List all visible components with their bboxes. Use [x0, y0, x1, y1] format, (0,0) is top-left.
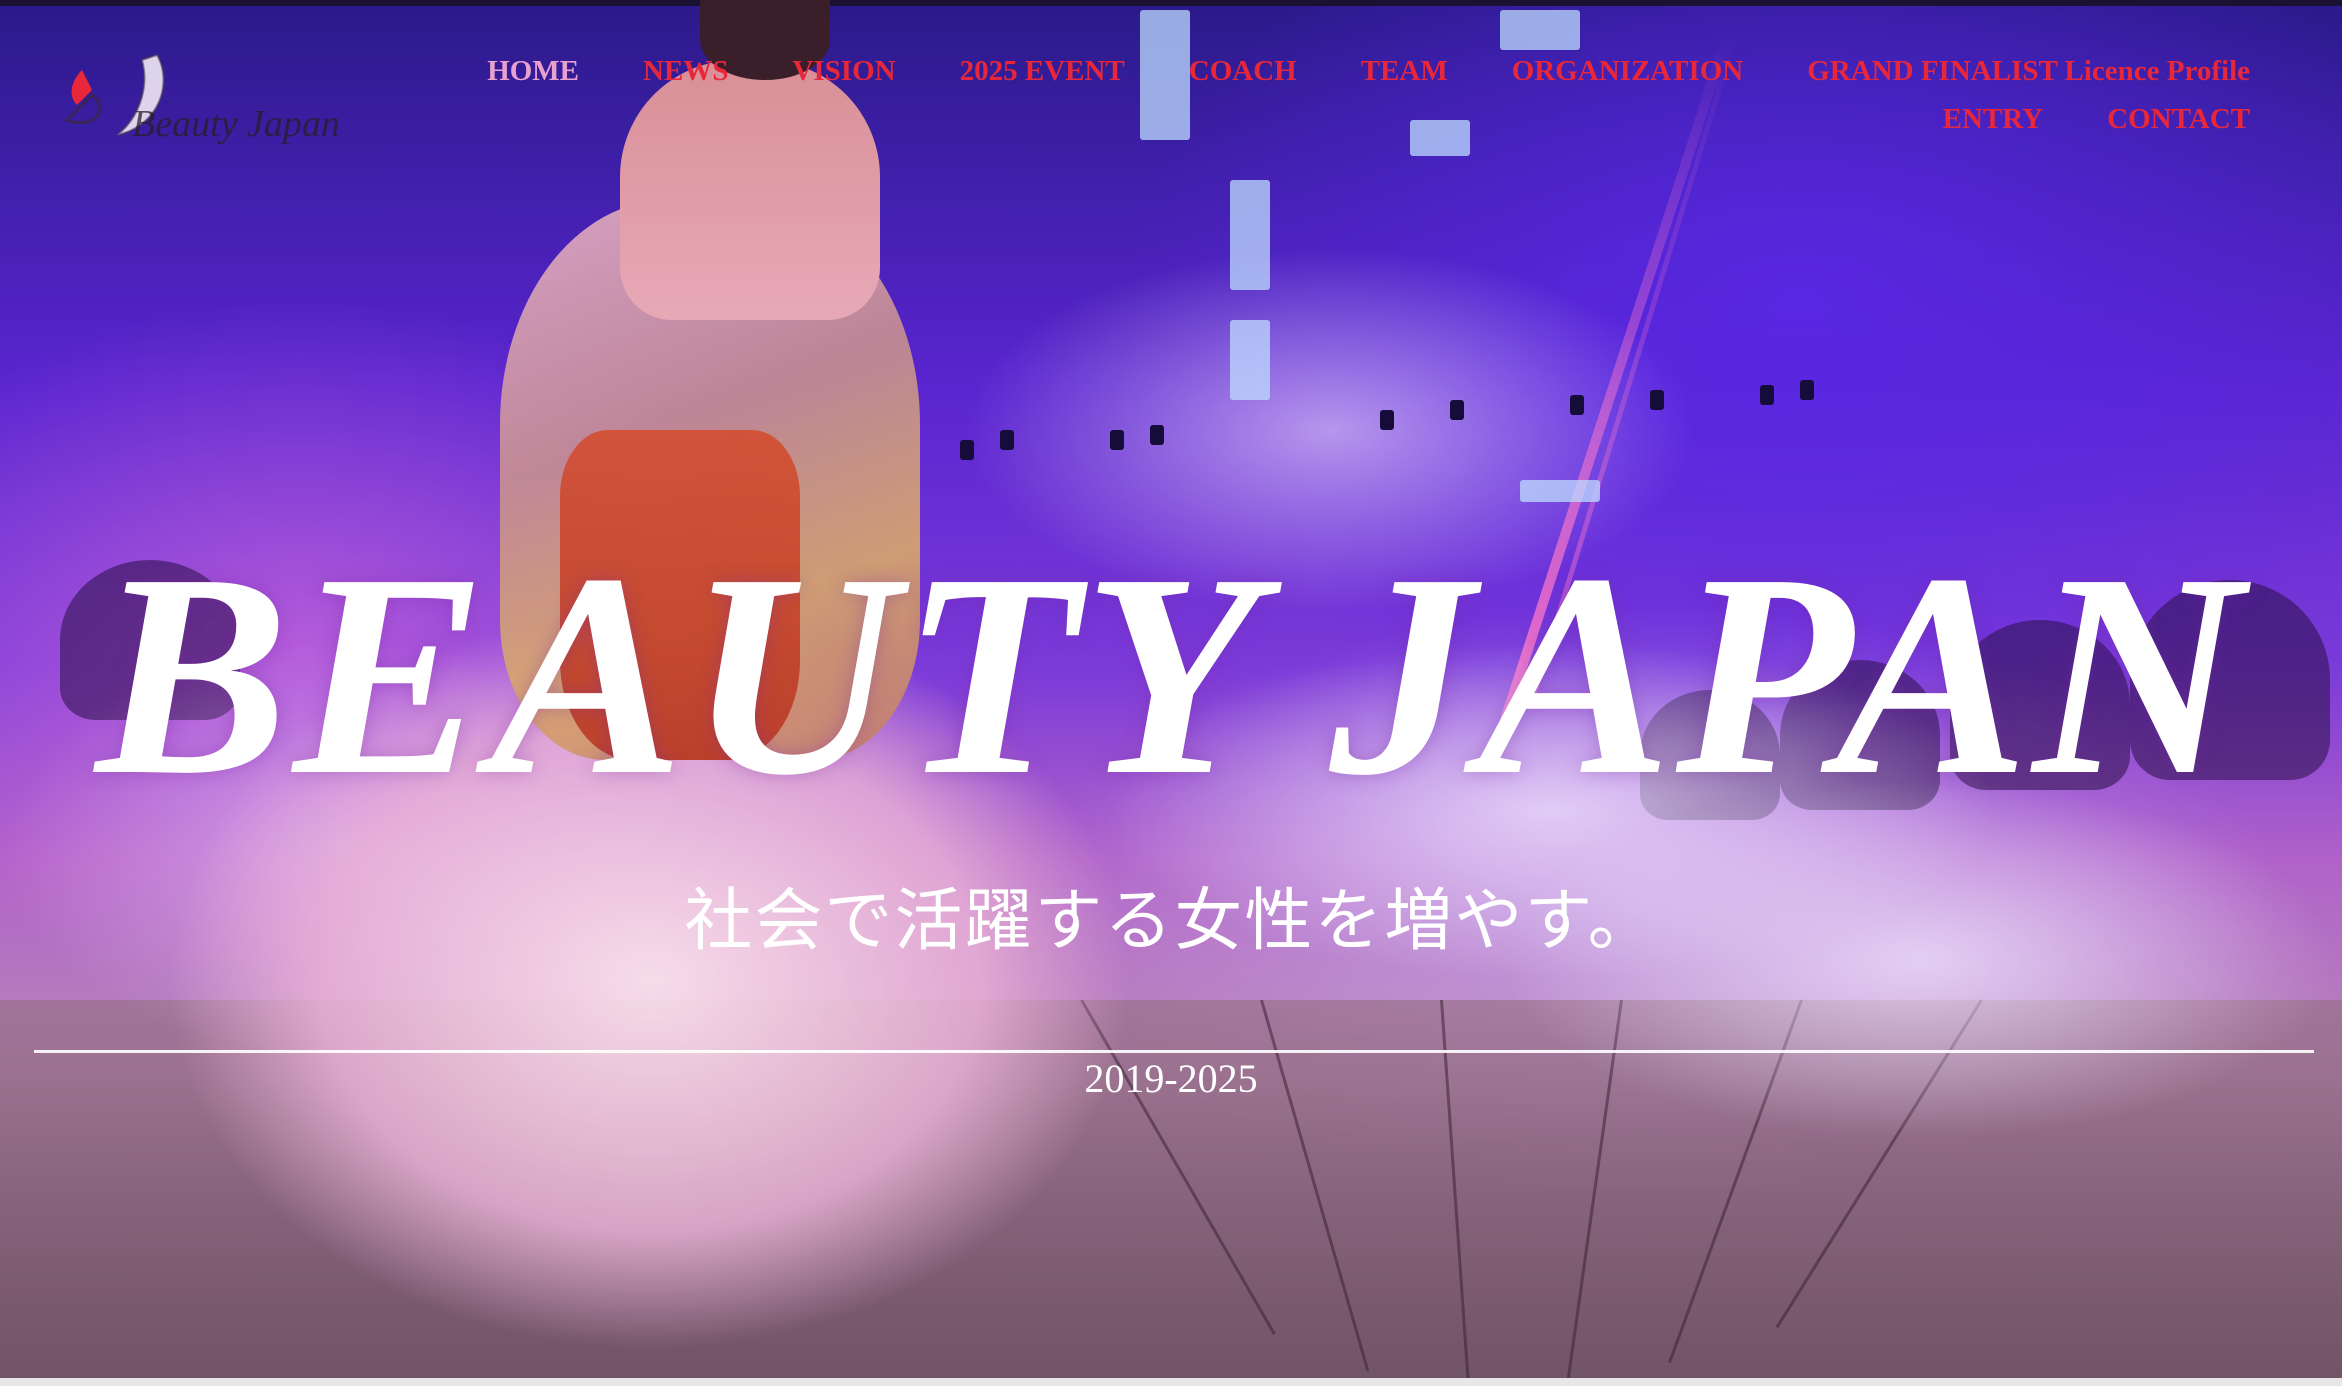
stage-light [1570, 395, 1584, 415]
stage-light [1450, 400, 1464, 420]
window-bottom-edge [0, 1378, 2342, 1386]
ceiling-panel-light [1230, 180, 1270, 290]
nav-home[interactable]: HOME [487, 54, 579, 88]
hero-page: Beauty Japan HOME NEWS VISION 2025 EVENT… [0, 0, 2342, 1386]
ceiling-panel-light [1230, 320, 1270, 400]
nav-organization[interactable]: ORGANIZATION [1512, 54, 1744, 88]
hero-years: 2019-2025 [1084, 1056, 1258, 1101]
nav-contact[interactable]: CONTACT [2107, 102, 2250, 136]
stage-light [1650, 390, 1664, 410]
nav-team[interactable]: TEAM [1361, 54, 1448, 88]
main-nav: HOME NEWS VISION 2025 EVENT COACH TEAM O… [350, 54, 2250, 136]
hero-divider [34, 1050, 2314, 1053]
logo-text: Beauty Japan [132, 103, 340, 145]
stage-light [1150, 425, 1164, 445]
stage-light [1110, 430, 1124, 450]
stage-light [1000, 430, 1014, 450]
stage-light [960, 440, 974, 460]
hero-tagline: 社会で活躍する女性を増やす。 [684, 882, 1658, 961]
nav-vision[interactable]: VISION [792, 54, 895, 88]
window-top-edge [0, 0, 2342, 6]
stage-light [1760, 385, 1774, 405]
hero-title: BEAUTY JAPAN [95, 514, 2247, 835]
site-logo[interactable]: Beauty Japan [62, 50, 362, 150]
nav-entry[interactable]: ENTRY [1943, 102, 2044, 136]
ceiling-panel-light [1520, 480, 1600, 502]
nav-2025-event[interactable]: 2025 EVENT [960, 54, 1125, 88]
stage-light [1800, 380, 1814, 400]
ceiling-panel-light [1500, 10, 1580, 50]
nav-news[interactable]: NEWS [643, 54, 728, 88]
nav-coach[interactable]: COACH [1189, 54, 1297, 88]
nav-grand-finalist[interactable]: GRAND FINALIST Licence Profile [1807, 54, 2250, 88]
stage-light [1380, 410, 1394, 430]
